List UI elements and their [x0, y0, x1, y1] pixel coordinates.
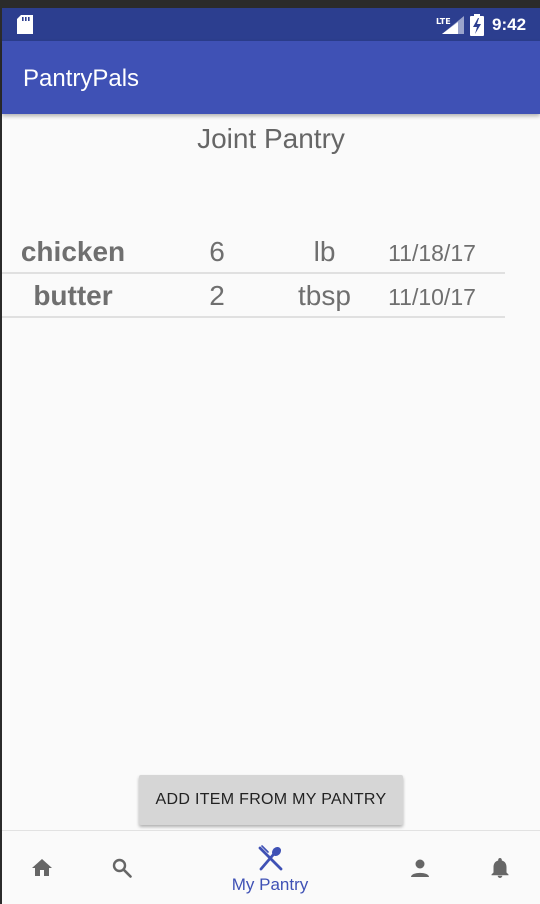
nav-search[interactable]: [102, 831, 142, 904]
utensils-icon: [258, 845, 283, 871]
nav-home[interactable]: [22, 831, 62, 904]
item-name: chicken: [20, 236, 126, 267]
nav-my-pantry-label: My Pantry: [231, 875, 309, 894]
pantry-item-row[interactable]: butter 2 tbsp 11/10/17: [2, 274, 505, 318]
item-date: 11/10/17: [388, 284, 476, 310]
pantry-item-row[interactable]: chicken 6 lb 11/18/17: [2, 230, 505, 274]
status-bar: LTE 9:42: [2, 8, 540, 41]
status-time: 9:42: [492, 15, 527, 34]
bottom-navigation: My Pantry: [2, 830, 540, 904]
pantry-title: Joint Pantry: [197, 123, 345, 154]
search-icon: [112, 858, 132, 878]
bell-icon: [491, 858, 509, 878]
app-title: PantryPals: [23, 65, 140, 92]
item-unit: tbsp: [298, 280, 351, 311]
nav-profile[interactable]: [400, 831, 440, 904]
item-name: butter: [33, 280, 113, 311]
home-icon: [32, 859, 52, 876]
app-bar: PantryPals: [2, 41, 540, 114]
item-quantity: 2: [209, 280, 225, 311]
nav-my-pantry[interactable]: My Pantry: [220, 831, 320, 904]
item-date: 11/18/17: [388, 240, 476, 266]
pantry-item-list: chicken 6 lb 11/18/17 butter 2 tbsp 11/1…: [2, 230, 505, 318]
item-unit: lb: [313, 236, 336, 267]
app-screen: LTE 9:42 PantryPals Joint Pantry chicken…: [2, 8, 540, 904]
battery-charging-icon: [470, 14, 484, 36]
lte-signal-icon: LTE: [436, 16, 464, 34]
network-type-text: LTE: [436, 17, 451, 26]
sd-card-icon: [17, 15, 33, 34]
item-quantity: 6: [209, 236, 225, 267]
nav-notifications[interactable]: [480, 831, 520, 904]
add-item-from-my-pantry-button[interactable]: ADD ITEM FROM MY PANTRY: [139, 775, 403, 825]
person-icon: [411, 859, 429, 877]
